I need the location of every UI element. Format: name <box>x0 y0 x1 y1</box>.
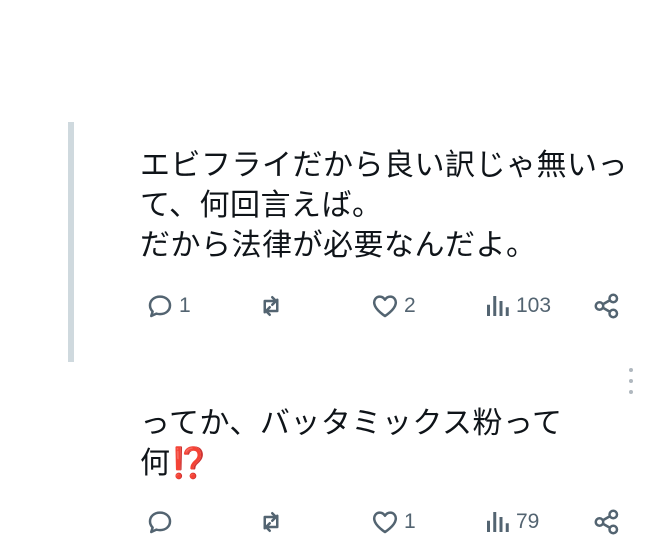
views-count: 103 <box>516 294 552 317</box>
reply-button[interactable]: 1 <box>145 291 191 321</box>
tweet-text: エビフライだから良い訳じゃ無いって、何回言えば。 だから法律が必要なんだよ。 <box>140 148 628 263</box>
reply-icon <box>145 291 175 321</box>
heart-icon <box>370 291 400 321</box>
heart-icon <box>370 507 400 537</box>
views-button[interactable]: 103 <box>482 291 551 321</box>
views-icon <box>482 507 512 537</box>
retweet-icon <box>256 291 286 321</box>
share-button[interactable] <box>592 291 622 321</box>
views-button[interactable]: 79 <box>482 507 539 537</box>
reply-icon <box>145 507 175 537</box>
share-icon <box>592 291 622 321</box>
like-count: 1 <box>404 510 416 533</box>
views-icon <box>482 291 512 321</box>
share-icon <box>592 507 622 537</box>
retweet-button[interactable] <box>256 291 286 321</box>
like-count: 2 <box>404 294 416 317</box>
share-button[interactable] <box>592 507 622 537</box>
views-count: 79 <box>516 510 540 533</box>
tweet-text: ってか、バッタミックス粉って 何⁉️ <box>140 404 660 484</box>
interrobang-emoji: ⁉️ <box>170 446 209 481</box>
more-icon[interactable] <box>626 368 636 394</box>
retweet-icon <box>256 507 286 537</box>
reply-button[interactable] <box>145 507 179 537</box>
like-button[interactable]: 2 <box>370 291 416 321</box>
like-button[interactable]: 1 <box>370 507 416 537</box>
reply-count: 1 <box>179 294 191 317</box>
thread-line <box>68 122 74 362</box>
retweet-button[interactable] <box>256 507 286 537</box>
